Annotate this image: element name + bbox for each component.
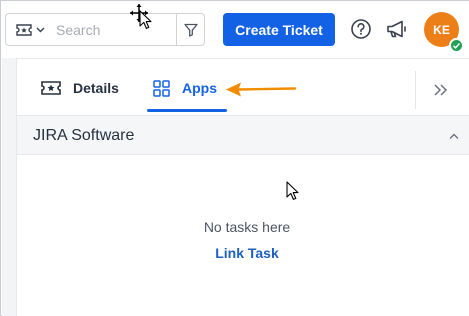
double-chevron-right-icon (434, 84, 448, 96)
tab-apps-label: Apps (182, 80, 217, 96)
ticket-icon (41, 81, 61, 95)
chevron-down-icon (36, 27, 44, 32)
chevron-up-icon (449, 133, 459, 139)
annotation-arrow (226, 82, 297, 97)
search-input[interactable] (56, 18, 174, 41)
megaphone-icon (387, 20, 406, 38)
check-icon (452, 42, 461, 49)
search-type-dropdown[interactable] (6, 14, 54, 45)
search-box (5, 13, 205, 46)
create-ticket-button[interactable]: Create Ticket (223, 13, 335, 46)
online-status-badge (449, 38, 464, 53)
app-frame: Create Ticket KE (0, 0, 469, 316)
ticket-icon (15, 23, 32, 36)
help-button[interactable] (350, 18, 372, 40)
help-circle-icon (351, 19, 371, 39)
link-task-link[interactable]: Link Task (17, 245, 469, 261)
jira-panel-body: No tasks here Link Task (16, 155, 469, 316)
collapse-sidebar-button[interactable] (430, 79, 452, 101)
collapse-panel-toggle[interactable] (447, 129, 461, 143)
mouse-pointer-icon (286, 181, 299, 200)
filter-button[interactable] (176, 14, 204, 45)
announcements-button[interactable] (385, 17, 409, 41)
grid-icon (153, 79, 170, 97)
mouse-pointer-icon (139, 10, 152, 29)
tab-details-label: Details (73, 80, 119, 96)
top-bar: Create Ticket KE (1, 1, 469, 58)
avatar-initials: KE (433, 22, 450, 37)
left-gutter (2, 58, 16, 316)
filter-icon (183, 23, 198, 37)
tab-apps[interactable]: Apps (153, 71, 217, 105)
panel-title: JIRA Software (33, 127, 135, 144)
jira-panel-header[interactable]: JIRA Software (16, 115, 469, 155)
tabs-divider (415, 71, 416, 109)
active-tab-indicator (147, 109, 227, 112)
empty-state-message: No tasks here (203, 219, 291, 235)
tab-details[interactable]: Details (41, 71, 119, 105)
